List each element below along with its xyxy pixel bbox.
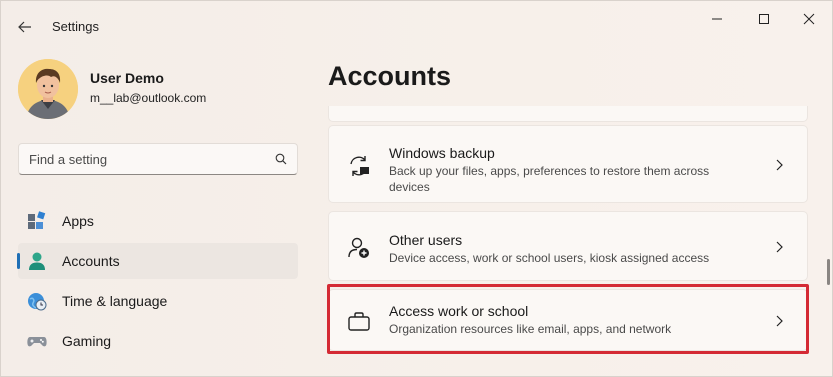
back-arrow-icon xyxy=(18,21,31,33)
gaming-icon xyxy=(27,331,47,351)
card-windows-backup[interactable]: Windows backup Back up your files, apps,… xyxy=(328,125,808,203)
sidebar-item-gaming[interactable]: Gaming xyxy=(18,323,298,359)
chevron-right-icon xyxy=(776,159,783,171)
card-access-work-school[interactable]: Access work or school Organization resou… xyxy=(328,289,808,351)
card-description: Device access, work or school users, kio… xyxy=(389,251,710,265)
avatar-image xyxy=(18,59,78,119)
card-title: Windows backup xyxy=(389,145,495,161)
search-box[interactable] xyxy=(18,143,298,175)
sidebar-item-label: Gaming xyxy=(62,333,112,349)
sidebar-item-label: Accounts xyxy=(62,253,120,269)
close-icon xyxy=(803,13,815,25)
avatar xyxy=(18,59,78,119)
card-description: Organization resources like email, apps,… xyxy=(389,322,672,336)
backup-icon xyxy=(347,154,371,178)
settings-card-partial[interactable] xyxy=(328,106,808,122)
apps-icon xyxy=(27,211,47,231)
maximize-button[interactable] xyxy=(744,5,784,33)
other-users-icon xyxy=(347,236,371,260)
back-button[interactable] xyxy=(11,13,39,41)
sidebar-item-label: Time & language xyxy=(62,293,168,309)
minimize-button[interactable] xyxy=(697,5,737,33)
card-title: Access work or school xyxy=(389,303,529,319)
sidebar-nav: Apps Accounts Time & language Gaming xyxy=(17,203,298,363)
sidebar-item-apps[interactable]: Apps xyxy=(18,203,298,239)
title-bar: Settings xyxy=(1,1,832,51)
chevron-right-icon xyxy=(776,241,783,253)
maximize-icon xyxy=(759,14,769,24)
sidebar-item-time-language[interactable]: Time & language xyxy=(18,283,298,319)
minimize-icon xyxy=(712,18,722,20)
settings-window: Settings User Demo m__lab@outlook.com Fi… xyxy=(0,0,833,377)
card-title: Other users xyxy=(389,232,463,248)
chevron-right-icon xyxy=(776,315,783,327)
close-button[interactable] xyxy=(789,5,829,33)
search-input[interactable] xyxy=(29,151,275,167)
time-language-icon xyxy=(27,291,47,311)
user-name: User Demo xyxy=(90,70,164,86)
search-icon xyxy=(275,153,287,165)
sidebar-item-accounts[interactable]: Accounts xyxy=(17,243,298,279)
card-other-users[interactable]: Other users Device access, work or schoo… xyxy=(328,211,808,281)
user-email: m__lab@outlook.com xyxy=(90,91,207,105)
scrollbar-thumb[interactable] xyxy=(827,259,830,285)
window-title: Settings xyxy=(52,19,99,34)
accounts-icon xyxy=(27,251,47,271)
briefcase-icon xyxy=(347,310,371,334)
page-title: Accounts xyxy=(328,61,452,91)
settings-list: Windows backup Back up your files, apps,… xyxy=(328,106,808,377)
sidebar-item-label: Apps xyxy=(62,213,94,229)
card-description: Back up your files, apps, preferences to… xyxy=(389,164,710,194)
user-profile[interactable]: User Demo m__lab@outlook.com xyxy=(18,59,206,119)
